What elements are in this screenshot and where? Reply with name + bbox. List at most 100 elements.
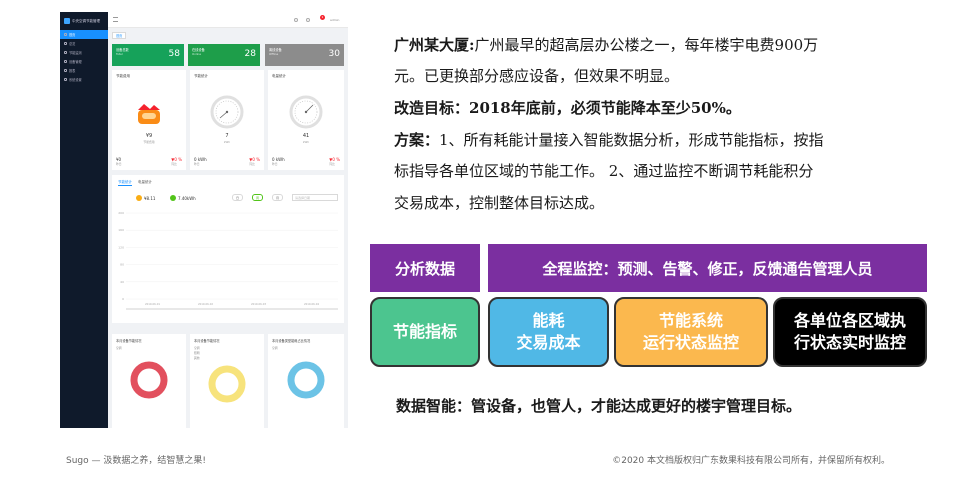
settings-icon [64,78,67,81]
gauge-foot-right-label: 同比 [249,162,255,166]
donut-chart [130,361,168,399]
sidebar-item-home[interactable]: 首页 [60,30,108,39]
overview-icon [64,42,67,45]
chart-scrollbar[interactable] [126,308,338,310]
donut-legend-item: 空调 [194,346,200,350]
sidebar-item-label: 系统设置 [69,78,82,82]
donut-card-3: 本月设备类型能耗占比情况 空调 [268,334,344,428]
y-tick-label: 120 [118,245,124,249]
gauge-value-label: 节能费用 [143,140,155,144]
monitoring-banner: 全程监控：预测、告警、修正，反馈通告管理人员 [488,244,927,292]
search-icon[interactable] [294,18,298,22]
box-line: 行状态实时监控 [793,333,906,352]
gauge-foot-right-label: 同比 [329,162,335,166]
notification-badge[interactable]: 1 [320,15,325,20]
sidebar-item-monitor[interactable]: 节能监测 [60,48,108,57]
wallet-icon [138,104,160,124]
trend-chart: 200 160 120 80 40 0 2019-06-01 2019-06-02 2019-0… [118,211,338,310]
y-tick-label: 40 [120,280,124,284]
box-realtime-monitoring: 各单位各区域执 行状态实时监控 [773,297,927,367]
chart-value-energy: 7.40kWh [178,196,196,201]
goal-text: 改造目标：2018年底前，必须节能降本至少50%。 [394,99,741,117]
intro-line-1: 广州某大厦:广州最早的超高层办公楼之一，每年楼宇电费900万 [394,30,818,60]
donut-legend-item: 照明 [194,351,200,355]
sidebar-item-devices[interactable]: 设备管理 [60,57,108,66]
gauge-title: 电量统计 [272,74,286,78]
tab-energy-saving[interactable]: 节能统计 [118,180,132,186]
plan-line-3: 交易成本，控制整体目标达成。 [394,194,605,212]
tab-power[interactable]: 电量统计 [138,180,152,185]
sidebar-item-settings[interactable]: 系统设置 [60,75,108,84]
period-week-button[interactable]: 周 [252,194,264,201]
sidebar-item-label: 首页 [69,33,76,37]
gauge-foot-right-label: 同比 [171,162,177,166]
kpi-card-offline: 离线设备 Offline 30 [265,44,344,66]
x-tick-label: 2019-06-02 [198,302,213,306]
gauge-card-energy: 节能统计 7 kWh 0 kWh 昨日 ▼0 % 同比 [190,70,264,170]
report-icon [64,69,67,72]
donut-card-1: 本月设备节能情况 空调 [112,334,186,428]
sidebar-item-label: 节能监测 [69,51,82,55]
analysis-banner: 分析数据 [370,244,480,292]
donut-legend-item: 空调 [116,346,122,350]
gauge-foot-left-label: 昨日 [194,162,200,166]
app-title: 中央空调节能管理 [72,18,100,23]
y-tick-label: 200 [118,211,124,215]
sidebar-item-overview[interactable]: 总览 [60,39,108,48]
donut-chart [208,365,246,403]
period-day-button[interactable]: 日 [232,194,244,201]
intro-line-2: 元。已更换部分感应设备，但效果不明显。 [394,67,680,85]
box-line: 节能系统 [658,311,723,330]
home-icon [64,33,67,36]
gauge-dial-icon [289,95,323,129]
kpi-value: 28 [244,49,256,59]
y-tick-label: 160 [118,228,124,232]
gauge-title: 节能费用 [116,74,130,78]
monitor-icon [64,51,67,54]
energy-icon [170,195,176,201]
user-name[interactable]: admin [330,18,339,22]
gauge-card-power: 电量统计 41 kWh 0 kWh 昨日 ▼0 % 同比 [268,70,344,170]
donut-card-2: 本月设备节能情况 空调 照明 其他 [190,334,264,428]
footer-copyright: ©2020 本文档版权归广东数果科技有限公司所有，并保留所有权利。 [612,456,890,466]
x-tick-label: 2019-06-04 [304,302,319,306]
sidebar: 中央空调节能管理 首页 总览 节能监测 设备管理 报表 系统设置 [60,12,108,428]
chart-value-cost: ¥8.11 [144,196,156,201]
kpi-value: 58 [168,49,180,59]
breadcrumb[interactable]: 首页 [112,32,127,39]
period-month-button[interactable]: 月 [272,194,284,201]
device-icon [64,60,67,63]
box-saving-index: 节能指标 [370,297,480,367]
gauge-card-cost: 节能费用 ¥9 节能费用 ¥0 昨日 ▼0 % 同比 [112,70,186,170]
intro-head: 广州某大厦: [394,36,475,54]
date-select[interactable]: 请选择日期 [292,194,338,201]
coin-icon [136,195,142,201]
app-brand: 中央空调节能管理 [60,12,108,30]
gauge-foot: 0 kWh 昨日 ▼0 % 同比 [272,157,340,166]
donut-chart [287,361,325,399]
plan-text: 1、所有耗能计量接入智能数据分析，形成节能指标，按指 [439,131,824,149]
plan-head: 方案： [394,131,440,149]
donut-title: 本月设备节能情况 [116,339,142,343]
box-system-monitoring: 节能系统 运行状态监控 [614,297,768,367]
donut-legend-item: 其他 [194,356,200,360]
sidebar-item-label: 设备管理 [69,60,82,64]
kpi-card-online: 在线设备 Online 28 [188,44,260,66]
menu-toggle-icon[interactable] [113,17,118,22]
box-energy-cost: 能耗 交易成本 [488,297,609,367]
fullscreen-icon[interactable] [306,18,310,22]
x-tick-label: 2019-06-01 [145,302,160,306]
conclusion-text: 数据智能：管设备，也管人，才能达成更好的楼宇管理目标。 [396,397,802,415]
sidebar-item-label: 总览 [69,42,76,46]
gauge-value: 41 [302,133,310,139]
sidebar-item-label: 报表 [69,69,76,73]
box-line: 节能指标 [392,322,457,341]
y-tick-label: 0 [122,297,124,301]
box-line: 交易成本 [516,333,581,352]
donut-title: 本月设备类型能耗占比情况 [272,339,311,343]
top-bar: 1 admin [108,12,348,28]
sidebar-item-reports[interactable]: 报表 [60,66,108,75]
gauge-title: 节能统计 [194,74,208,78]
trend-chart-panel: 节能统计 电量统计 ¥8.11 7.40kWh 日 周 月 请选择日期 200 1… [112,175,344,323]
footer-slogan: Sugo — 汲数据之养，结智慧之果! [66,456,206,466]
